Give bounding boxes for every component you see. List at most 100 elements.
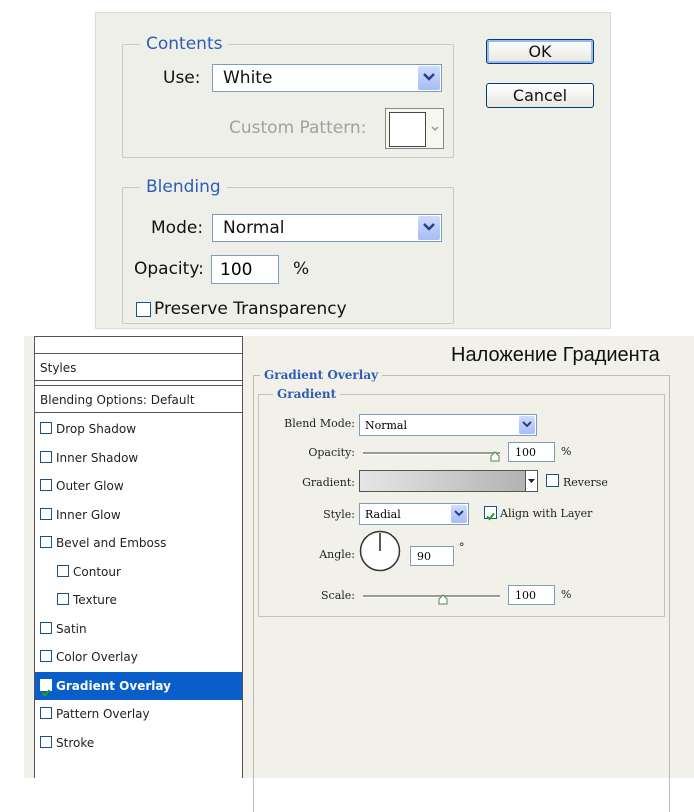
style-item-checkbox[interactable] [57, 593, 69, 605]
style-item-checkbox[interactable] [40, 621, 52, 634]
style-item-checkbox[interactable] [40, 422, 52, 434]
gradient-dropdown[interactable] [525, 470, 538, 492]
style-item-color-overlay[interactable]: Color Overlay [35, 643, 242, 671]
style-item-satin[interactable]: Satin [35, 615, 242, 643]
angle-input-value: 90 [417, 550, 431, 563]
mode-select[interactable]: Normal [212, 214, 442, 242]
opacity-unit: % [293, 259, 310, 279]
style-item-checkbox[interactable] [40, 707, 52, 719]
styles-header[interactable]: Styles [34, 353, 243, 381]
opacity-slider-thumb[interactable] [490, 447, 500, 462]
style-item-checkbox[interactable] [40, 650, 52, 662]
contents-group-title: Contents [140, 34, 229, 54]
style-item-label: Gradient Overlay [56, 678, 171, 693]
align-with-layer-checkbox[interactable] [484, 506, 497, 521]
mode-label: Mode: [151, 218, 204, 238]
angle-label: Angle: [319, 548, 355, 561]
style-item-pattern-overlay[interactable]: Pattern Overlay [35, 700, 242, 728]
scale-label: Scale: [321, 589, 355, 602]
cancel-button[interactable]: Cancel [486, 83, 594, 108]
layer-style-panel: Styles Blending Options: Default Drop Sh… [24, 336, 694, 812]
blend-mode-label: Blend Mode: [284, 417, 355, 430]
blend-mode-value: Normal [365, 419, 408, 432]
custom-pattern-label: Custom Pattern: [229, 118, 367, 138]
style-item-label: Bevel and Emboss [56, 536, 167, 550]
gradient-preview[interactable] [359, 470, 527, 492]
use-select[interactable]: White [212, 64, 442, 92]
style-item-checkbox[interactable] [57, 564, 69, 577]
scale-slider[interactable] [363, 595, 500, 598]
scale-unit: % [561, 588, 572, 601]
opacity-label: Opacity: [308, 446, 355, 459]
fill-dialog: Contents Use: White Custom Pattern: OK C… [95, 12, 611, 329]
style-item-label: Stroke [56, 735, 95, 750]
style-item-inner-glow[interactable]: Inner Glow [35, 501, 242, 529]
align-with-layer-label[interactable]: Align with Layer [500, 507, 592, 520]
style-item-bevel-and-emboss[interactable]: Bevel and Emboss [35, 529, 242, 557]
style-item-checkbox[interactable] [40, 450, 52, 463]
checkmark-icon [486, 512, 495, 521]
use-select-value: White [223, 68, 273, 88]
opacity-input[interactable]: 100 [211, 255, 279, 284]
opacity-input[interactable]: 100 [508, 442, 555, 462]
style-item-label: Satin [56, 621, 87, 636]
blending-options-item[interactable]: Blending Options: Default [34, 385, 243, 413]
preserve-transparency-label[interactable]: Preserve Transparency [154, 299, 347, 319]
chevron-down-icon[interactable] [519, 416, 535, 434]
gradient-group-title: Gradient [273, 387, 341, 401]
style-item-gradient-overlay[interactable]: Gradient Overlay [35, 671, 242, 700]
ok-button[interactable]: OK [486, 39, 594, 64]
style-select[interactable]: Radial [359, 503, 469, 525]
style-label: Style: [323, 508, 355, 521]
style-item-contour[interactable]: Contour [35, 558, 242, 586]
angle-unit: ° [459, 541, 465, 554]
style-item-label: Color Overlay [56, 650, 138, 664]
scale-input-value: 100 [515, 589, 536, 602]
style-item-drop-shadow[interactable]: Drop Shadow [35, 415, 242, 443]
chevron-down-icon [528, 479, 535, 483]
gradient-overlay-title: Gradient Overlay [260, 368, 383, 382]
style-item-checkbox[interactable] [40, 479, 52, 491]
opacity-input-value: 100 [220, 260, 253, 280]
style-item-label: Drop Shadow [56, 422, 137, 436]
style-item-checkbox[interactable] [40, 536, 52, 548]
reverse-checkbox[interactable] [546, 474, 559, 487]
style-item-label: Inner Glow [56, 507, 121, 522]
style-item-texture[interactable]: Texture [35, 586, 242, 614]
reverse-label[interactable]: Reverse [563, 476, 608, 489]
angle-input[interactable]: 90 [410, 546, 454, 566]
opacity-label: Opacity: [134, 259, 204, 279]
style-item-stroke[interactable]: Stroke [35, 729, 242, 757]
mode-select-value: Normal [223, 218, 285, 238]
gradient-overlay-caption: Наложение Градиента [451, 344, 660, 366]
blending-group-title: Blending [140, 177, 227, 197]
opacity-slider[interactable] [363, 452, 500, 455]
chevron-down-icon[interactable] [418, 66, 440, 90]
gradient-overlay-panel: Gradient Overlay Gradient Blend Mode: No… [241, 336, 694, 812]
style-item-label: Texture [73, 593, 117, 607]
scale-input[interactable]: 100 [508, 585, 555, 605]
opacity-unit: % [561, 445, 572, 458]
gradient-label: Gradient: [302, 476, 355, 489]
custom-pattern-picker [385, 108, 444, 149]
style-select-value: Radial [365, 508, 401, 521]
angle-dial[interactable] [359, 530, 401, 572]
style-item-label: Contour [73, 564, 121, 579]
blend-mode-select[interactable]: Normal [359, 414, 537, 436]
scale-slider-thumb[interactable] [438, 590, 448, 605]
opacity-input-value: 100 [515, 446, 536, 459]
style-item-checkbox[interactable] [40, 507, 52, 520]
style-item-checkbox[interactable] [40, 735, 52, 748]
chevron-down-icon[interactable] [451, 505, 467, 523]
preserve-transparency-checkbox[interactable] [136, 302, 151, 317]
style-item-outer-glow[interactable]: Outer Glow [35, 472, 242, 500]
style-item-inner-shadow[interactable]: Inner Shadow [35, 444, 242, 472]
pattern-swatch [389, 112, 426, 147]
chevron-down-icon[interactable] [418, 216, 440, 240]
style-item-checkbox[interactable] [40, 678, 52, 697]
use-label: Use: [163, 68, 201, 88]
style-item-label: Pattern Overlay [56, 707, 150, 721]
style-item-label: Inner Shadow [56, 450, 139, 465]
style-item-label: Outer Glow [56, 479, 124, 493]
styles-list: Styles Blending Options: Default Drop Sh… [34, 336, 243, 778]
